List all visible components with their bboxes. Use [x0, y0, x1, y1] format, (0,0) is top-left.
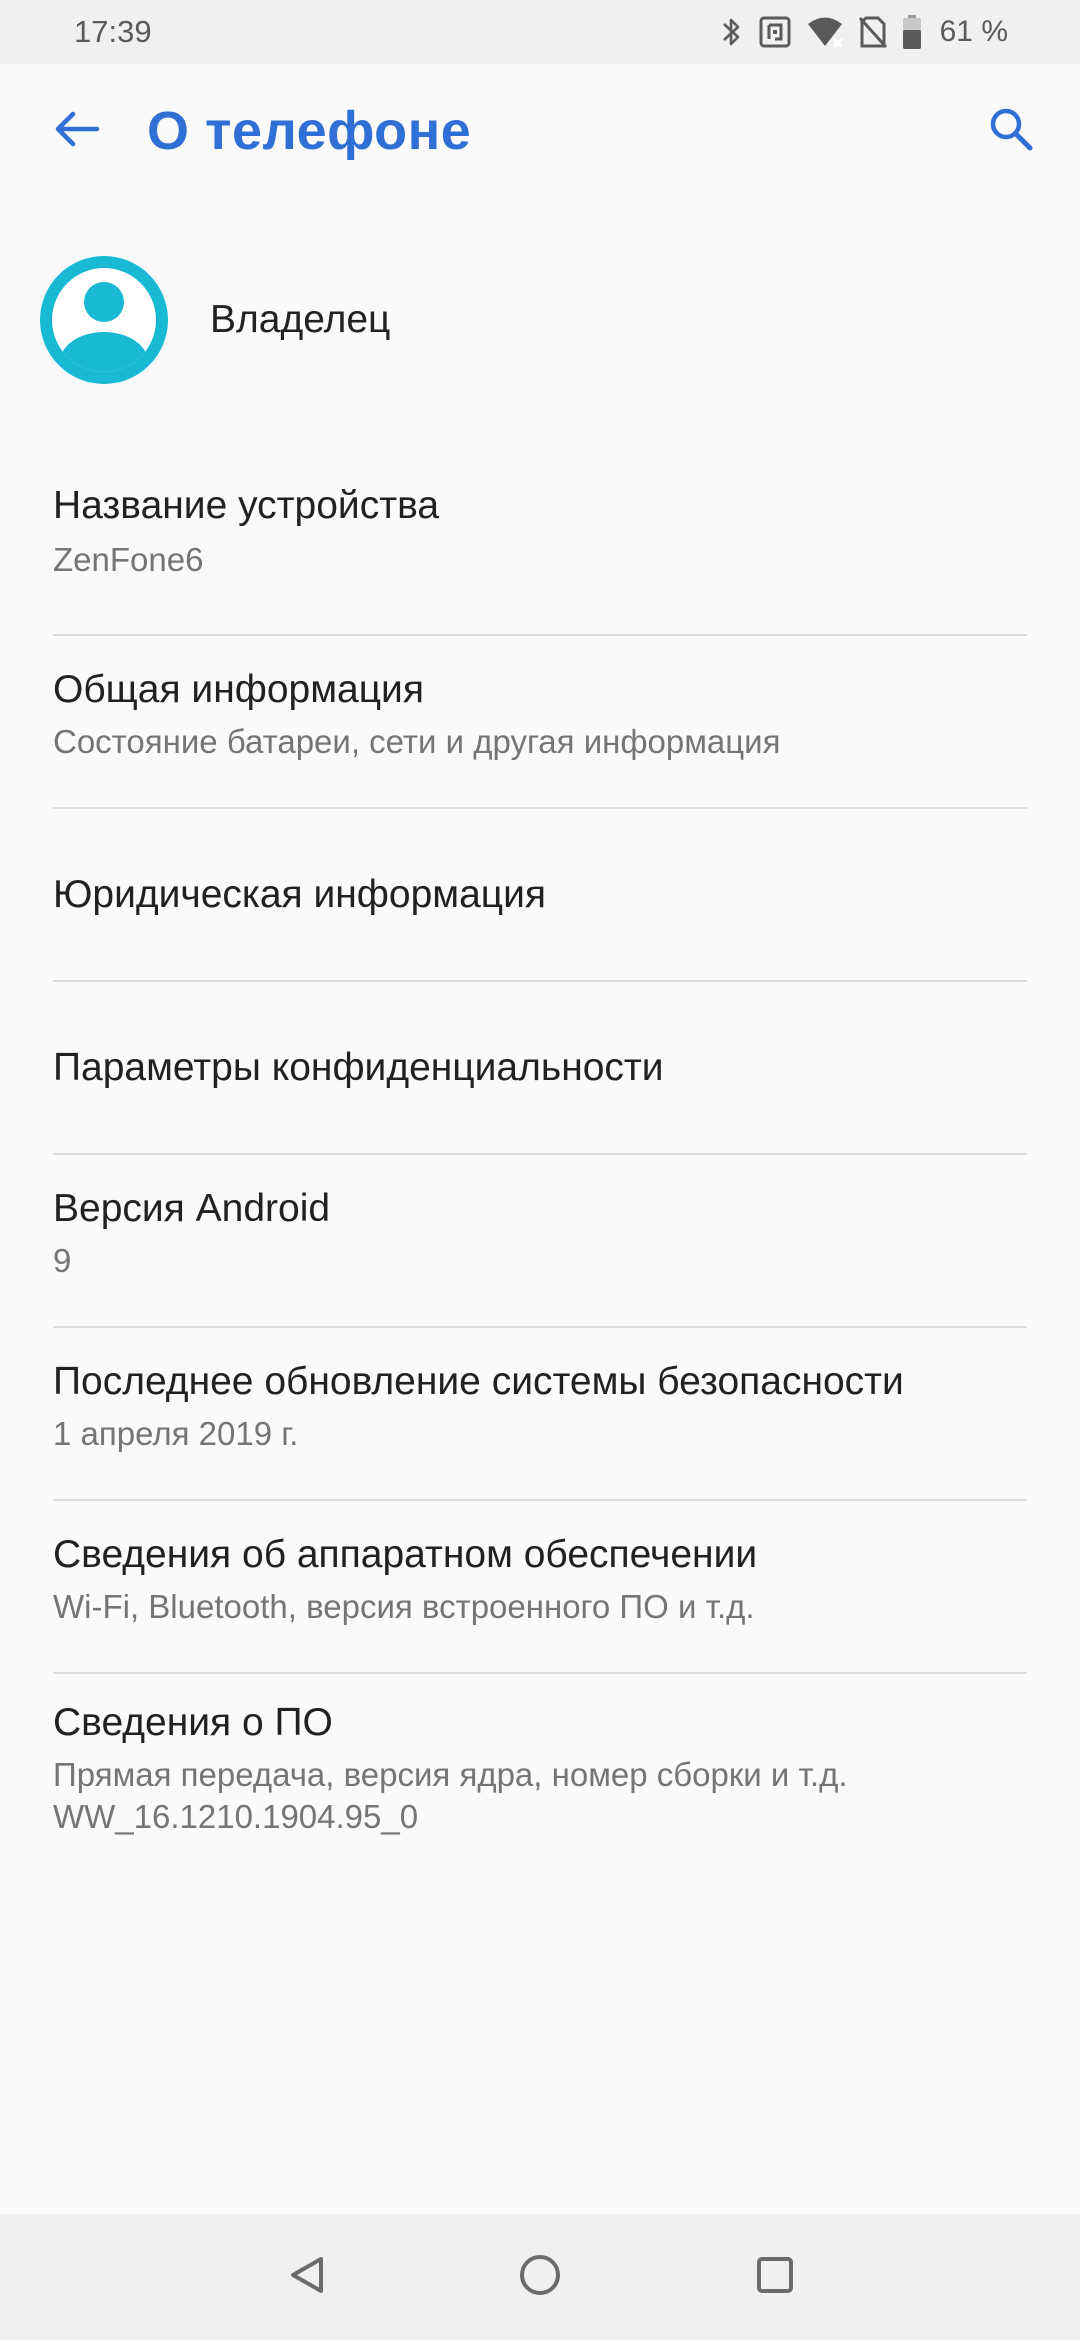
status-time: 17:39 [74, 14, 152, 49]
item-title: Последнее обновление системы безопасност… [53, 1360, 904, 1403]
item-title: Общая информация [53, 668, 424, 711]
item-title: Сведения об аппаратном обеспечении [53, 1533, 758, 1576]
list-item-hardware-info[interactable]: Сведения об аппаратном обеспечении Wi-Fi… [53, 1501, 1027, 1674]
back-button[interactable] [44, 98, 110, 164]
nav-recents-button[interactable] [740, 2242, 810, 2312]
list-item-general-info[interactable]: Общая информация Состояние батареи, сети… [53, 636, 1027, 809]
item-title: Параметры конфиденциальности [53, 1045, 664, 1089]
item-title: Юридическая информация [53, 872, 547, 916]
arrow-back-icon [53, 109, 101, 154]
list-item-security-update[interactable]: Последнее обновление системы безопасност… [53, 1328, 1027, 1501]
status-bar: 17:39 61 % [0, 0, 1080, 64]
list-item-privacy[interactable]: Параметры конфиденциальности [53, 982, 1027, 1155]
owner-name: Владелец [210, 298, 391, 341]
item-subtitle: Прямая передача, версия ядра, номер сбор… [53, 1756, 848, 1793]
wifi-icon [806, 15, 844, 49]
about-phone-screen: 17:39 61 % О телефоне Владелец Название … [0, 0, 1080, 2340]
settings-list: Название устройства ZenFone6 Общая инфор… [0, 460, 1080, 1864]
page-title: О телефоне [147, 101, 472, 161]
nav-back-button[interactable] [272, 2242, 342, 2312]
list-item-android-version[interactable]: Версия Android 9 [53, 1155, 1027, 1328]
item-value: ZenFone6 [53, 541, 204, 578]
item-value: 9 [53, 1242, 72, 1279]
user-avatar-icon [40, 256, 168, 388]
item-value: 1 апреля 2019 г. [53, 1415, 299, 1452]
build-number: WW_16.1210.1904.95_0 [53, 1798, 419, 1835]
item-title: Сведения о ПО [53, 1701, 333, 1744]
item-title: Версия Android [53, 1187, 331, 1230]
navigation-bar [0, 2214, 1080, 2340]
nav-home-button[interactable] [505, 2242, 575, 2312]
owner-row[interactable]: Владелец [0, 250, 1080, 390]
app-bar: О телефоне [0, 64, 1080, 200]
avatar [40, 256, 168, 384]
list-item-device-name[interactable]: Название устройства ZenFone6 [53, 460, 1027, 636]
item-title: Название устройства [53, 484, 440, 527]
search-button[interactable] [976, 96, 1046, 166]
item-subtitle: Wi-Fi, Bluetooth, версия встроенного ПО … [53, 1588, 755, 1625]
list-item-software-info[interactable]: Сведения о ПО Прямая передача, версия яд… [53, 1674, 1027, 1864]
nav-home-icon [517, 2252, 563, 2303]
list-item-legal-info[interactable]: Юридическая информация [53, 809, 1027, 982]
no-sim-icon [858, 15, 888, 49]
nfc-icon [758, 15, 792, 49]
search-icon [987, 105, 1035, 158]
status-icons: 61 % [720, 14, 1008, 50]
battery-icon [902, 14, 922, 50]
bluetooth-icon [720, 15, 744, 49]
battery-percent: 61 % [939, 15, 1008, 48]
nav-back-icon [285, 2253, 329, 2302]
nav-recents-icon [754, 2254, 796, 2301]
item-subtitle: Состояние батареи, сети и другая информа… [53, 723, 781, 760]
